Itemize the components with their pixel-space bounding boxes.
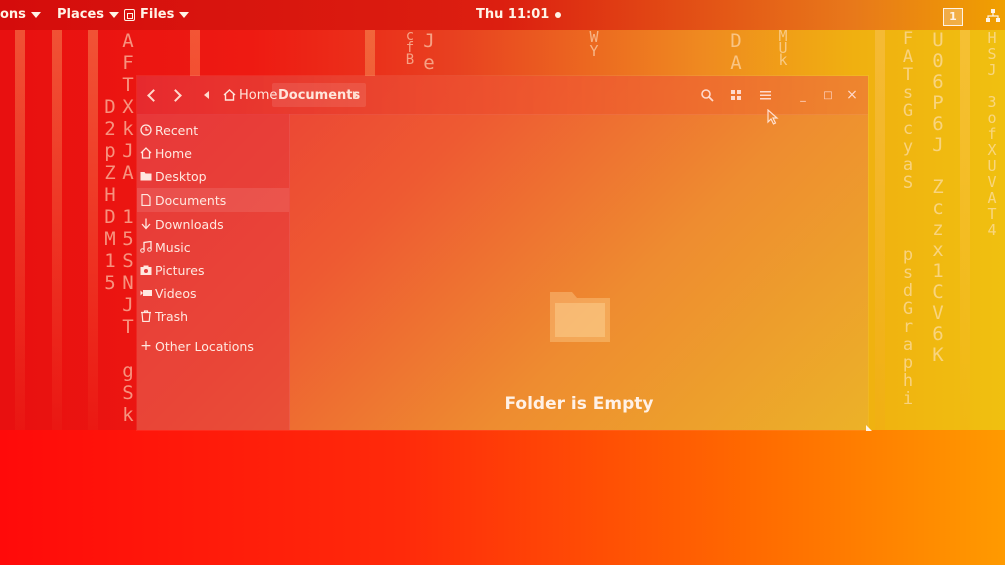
clock-label: Thu 11:01 — [476, 7, 550, 22]
chevron-left-icon — [146, 88, 160, 102]
wallpaper-rain-column: H S J 3 o f X U V A T 4 — [987, 29, 997, 239]
maximize-button[interactable]: □ — [822, 85, 834, 105]
sidebar-item-label: Documents — [155, 192, 227, 208]
file-view[interactable]: Folder is Empty — [290, 114, 868, 430]
wallpaper-rain-column: U 0 6 P 6 J Z c z x 1 C V 6 K — [932, 29, 944, 366]
sidebar-item-music[interactable]: Music — [137, 236, 289, 258]
sidebar-item-trash[interactable]: Trash — [137, 305, 289, 327]
wallpaper-rain-column: D 2 p Z H D M 1 5 — [104, 96, 116, 294]
empty-folder-icon — [550, 292, 610, 342]
activities-label: ons — [0, 7, 26, 22]
sidebar-item-videos[interactable]: Videos — [137, 282, 289, 304]
sidebar-item-label: Music — [155, 239, 191, 255]
breadcrumb-scroll-left-button[interactable] — [201, 85, 211, 105]
sidebar-item-label: Trash — [155, 308, 189, 324]
wallpaper-streak — [875, 30, 885, 430]
activities-menu[interactable]: ons — [0, 7, 41, 22]
wallpaper-streak — [960, 30, 970, 430]
resize-corner-icon — [866, 425, 872, 431]
chevron-down-icon — [30, 11, 41, 18]
caret-left-icon — [203, 91, 209, 99]
breadcrumb-scroll-right-button[interactable] — [350, 85, 360, 105]
sidebar-item-downloads[interactable]: Downloads — [137, 213, 289, 235]
caret-right-icon — [352, 91, 358, 99]
home-icon — [140, 147, 152, 159]
places-sidebar: Recent Home Desktop Documents Downloads … — [137, 114, 290, 430]
forward-button[interactable] — [168, 85, 182, 105]
sidebar-item-documents[interactable]: Documents — [137, 188, 289, 212]
files-window: Home Documents _ □ × Recent Home Desktop… — [137, 76, 868, 430]
back-button[interactable] — [146, 85, 160, 105]
trash-icon — [141, 310, 151, 322]
search-icon — [700, 88, 714, 102]
sidebar-item-label: Other Locations — [155, 338, 254, 354]
sidebar-item-home[interactable]: Home — [137, 142, 289, 164]
top-panel: ons Places Files Thu 11:01 1 — [0, 0, 1005, 30]
breadcrumb-home[interactable]: Home — [223, 83, 277, 107]
download-icon — [141, 218, 151, 230]
chevron-down-icon — [109, 11, 120, 18]
chevron-down-icon — [179, 11, 190, 18]
files-app-menu[interactable]: Files — [124, 7, 190, 22]
empty-folder-message: Folder is Empty — [504, 394, 654, 414]
plus-icon: + — [140, 338, 152, 354]
sidebar-item-pictures[interactable]: Pictures — [137, 259, 289, 281]
sidebar-item-label: Downloads — [155, 216, 224, 232]
close-button[interactable]: × — [846, 85, 858, 105]
clock[interactable]: Thu 11:01 — [476, 7, 562, 22]
minimize-button[interactable]: _ — [797, 85, 809, 105]
notification-dot-icon — [555, 11, 562, 18]
sidebar-item-recent[interactable]: Recent — [137, 119, 289, 141]
music-icon — [140, 241, 152, 253]
hamburger-menu-icon — [759, 91, 771, 100]
wallpaper-streak — [88, 30, 98, 430]
sidebar-item-label: Videos — [155, 285, 197, 301]
wallpaper-streak — [15, 30, 25, 430]
clock-icon — [140, 124, 152, 136]
menu-button[interactable] — [758, 85, 772, 105]
grid-view-icon — [731, 90, 741, 100]
wallpaper-rain-column: A F T X k J A 1 5 S N J T g S k c H — [122, 30, 134, 430]
sidebar-item-other-locations[interactable]: + Other Locations — [137, 335, 289, 357]
files-label: Files — [140, 7, 175, 22]
chevron-right-icon — [168, 88, 182, 102]
files-icon — [124, 8, 135, 21]
home-icon — [223, 89, 236, 101]
network-icon[interactable] — [986, 9, 1000, 23]
sidebar-item-label: Pictures — [155, 262, 205, 278]
places-menu[interactable]: Places — [57, 7, 120, 22]
search-button[interactable] — [699, 85, 715, 105]
workspace-indicator[interactable]: 1 — [943, 8, 963, 26]
sidebar-item-label: Home — [155, 145, 192, 161]
mouse-pointer-icon — [767, 109, 779, 125]
sidebar-item-label: Recent — [155, 122, 199, 138]
places-label: Places — [57, 7, 105, 22]
folder-icon — [140, 172, 152, 181]
headerbar: Home Documents _ □ × — [137, 76, 868, 115]
wallpaper-rain-column: F A T s G c y a S p s d G r a p h i — [902, 29, 914, 409]
view-toggle-button[interactable] — [729, 85, 743, 105]
sidebar-item-label: Desktop — [155, 168, 207, 184]
document-icon — [141, 194, 151, 206]
sidebar-item-desktop[interactable]: Desktop — [137, 165, 289, 187]
camera-icon — [140, 265, 152, 275]
wallpaper-streak — [52, 30, 62, 430]
video-icon — [140, 290, 152, 296]
breadcrumb-documents-label: Documents — [278, 87, 361, 103]
